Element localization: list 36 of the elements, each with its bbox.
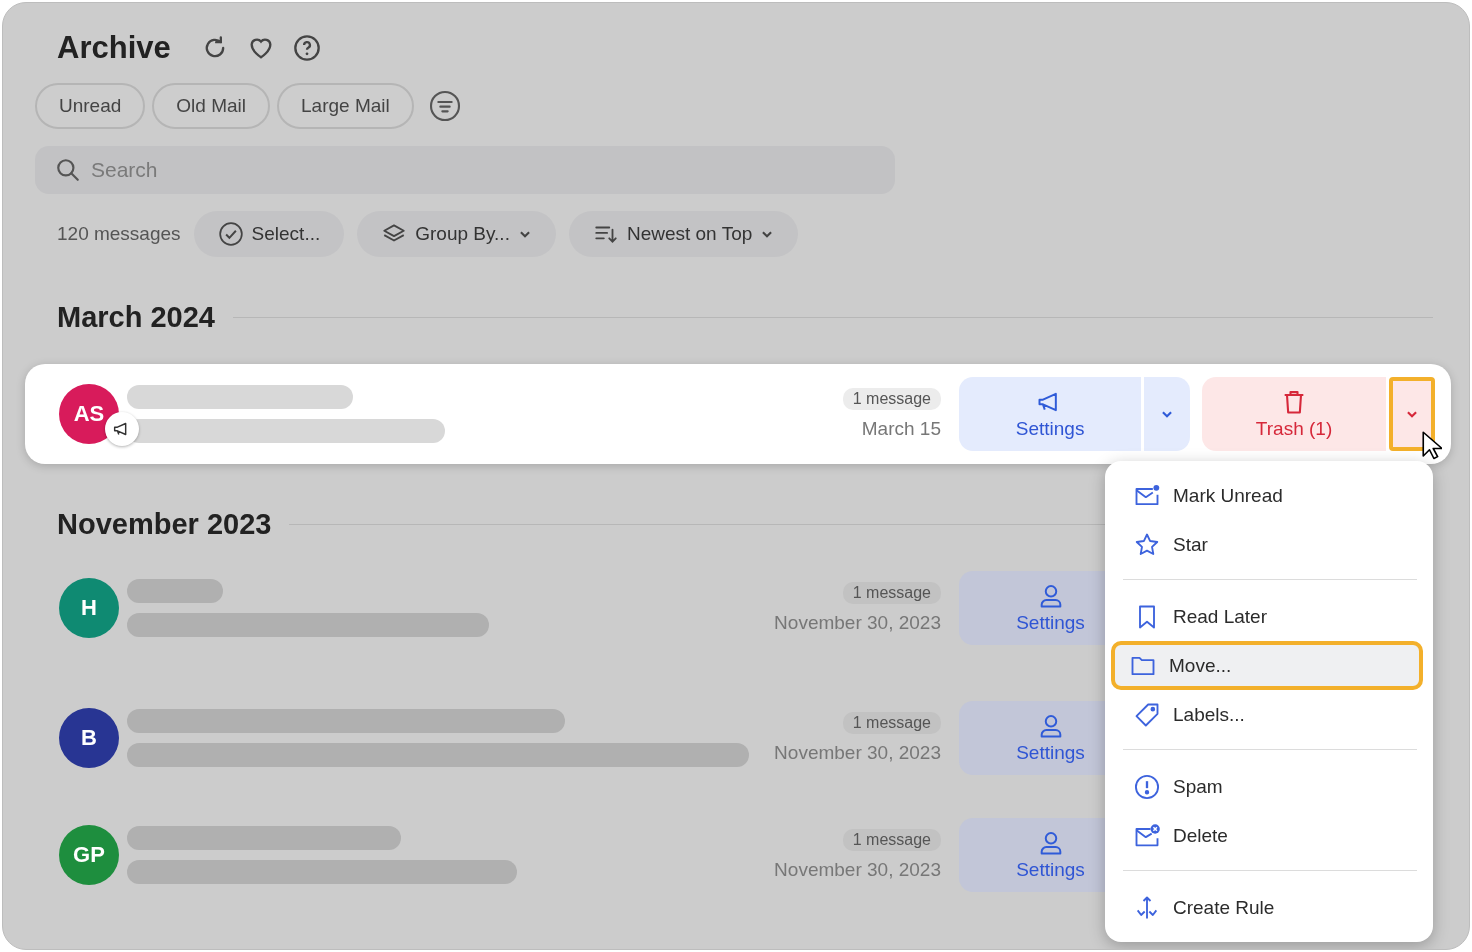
- message-date: November 30, 2023: [774, 858, 941, 881]
- filter-chip[interactable]: Large Mail: [277, 83, 414, 129]
- filter-icon[interactable]: [428, 90, 461, 122]
- menu-item[interactable]: Mark Unread: [1113, 471, 1425, 520]
- message-count-badge: 1 message: [842, 711, 941, 734]
- message-date: November 30, 2023: [774, 741, 941, 764]
- avatar: GP: [59, 824, 119, 885]
- avatar: B: [59, 707, 119, 768]
- message-count-badge: 1 message: [842, 582, 941, 604]
- select-button[interactable]: Select...: [193, 211, 345, 257]
- check-circle-icon: [217, 221, 244, 247]
- megaphone-badge-icon: [105, 412, 139, 446]
- menu-item[interactable]: Star: [1113, 520, 1425, 569]
- group-heading: March 2024: [57, 301, 215, 334]
- message-count: 120 messages: [57, 223, 181, 245]
- message-row[interactable]: AS 1 message March 15 Settings Trash (1): [25, 364, 1451, 464]
- filter-chip[interactable]: Old Mail: [152, 83, 270, 129]
- group-by-button[interactable]: Group By...: [357, 211, 556, 257]
- search-field[interactable]: Search: [35, 146, 895, 194]
- message-count-badge: 1 message: [842, 388, 941, 410]
- menu-item[interactable]: Move...: [1111, 641, 1423, 690]
- trash-dropdown-button[interactable]: [1389, 377, 1435, 451]
- trash-button[interactable]: Trash (1): [1202, 377, 1387, 451]
- help-icon[interactable]: [292, 34, 321, 62]
- page-title: Archive: [57, 30, 171, 66]
- avatar: AS: [59, 384, 119, 444]
- exclamation-circle-icon: [1133, 772, 1161, 801]
- avatar: H: [59, 578, 119, 638]
- message-count-badge: 1 message: [842, 828, 941, 851]
- group-heading: November 2023: [57, 508, 272, 541]
- message-date: March 15: [861, 418, 941, 440]
- settings-button[interactable]: Settings: [959, 377, 1142, 451]
- sort-button[interactable]: Newest on Top: [568, 211, 799, 257]
- message-date: November 30, 2023: [774, 612, 941, 634]
- filter-chip[interactable]: Unread: [35, 83, 146, 129]
- search-icon: [55, 157, 81, 183]
